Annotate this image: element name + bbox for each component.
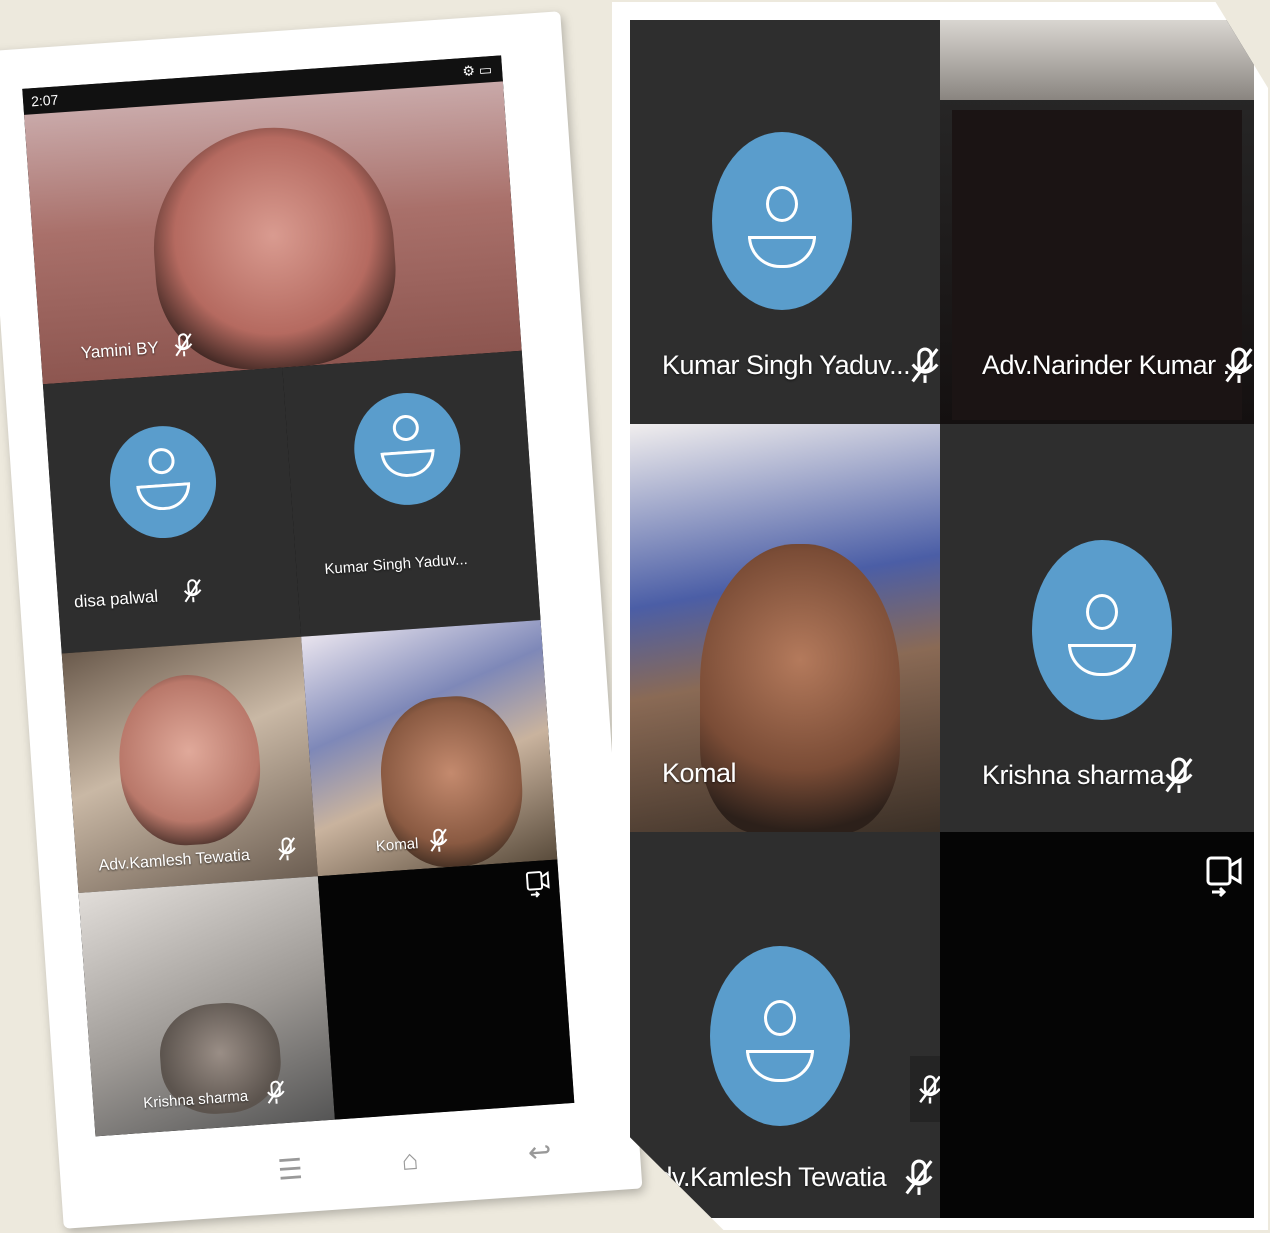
mic-muted-icon <box>174 333 193 357</box>
participant-name: Adv.Kamlesh Tewatia <box>98 846 251 875</box>
mic-muted-icon <box>1165 757 1193 793</box>
mic-muted-icon <box>183 579 202 603</box>
participant-tile[interactable]: Krishna sharma <box>940 424 1254 832</box>
status-time: 2:07 <box>30 91 59 110</box>
participant-name: disa palwal <box>73 586 159 612</box>
participant-tile[interactable]: Yamini BY <box>24 81 522 385</box>
mic-muted-icon <box>919 1075 940 1104</box>
mic-muted-icon <box>267 1080 285 1104</box>
panel-participant-grid: Kumar Singh Yaduv... Adv.Narinder Kumar … <box>630 20 1254 1218</box>
avatar-icon <box>1032 540 1172 720</box>
switch-camera-icon[interactable] <box>1204 854 1244 898</box>
tablet-screenshot: Kumar Singh Yaduv... Adv.Narinder Kumar … <box>612 2 1268 1230</box>
participant-name: Krishna sharma <box>982 760 1165 790</box>
phone-screenshot: 2:07 ⚙ ▭ Yamini BY disa palwal Kumar Sin… <box>0 11 643 1229</box>
participant-name: Kumar Singh Yaduv... <box>323 551 469 578</box>
participant-tile[interactable]: Krishna sharma <box>78 876 335 1137</box>
home-icon[interactable]: ⌂ <box>389 1143 431 1182</box>
mic-muted-icon <box>1225 347 1253 383</box>
phone-screen: 2:07 ⚙ ▭ Yamini BY disa palwal Kumar Sin… <box>22 55 575 1137</box>
participant-name: Adv.Kamlesh Tewatia <box>640 1162 887 1192</box>
participant-name: Kumar Singh Yaduv... <box>662 350 911 380</box>
switch-camera-icon[interactable] <box>524 868 552 900</box>
avatar-icon <box>350 389 465 509</box>
participant-tile[interactable]: Adv.Kamlesh Tewatia <box>61 636 318 893</box>
mute-indicator <box>910 1056 940 1122</box>
self-view-tile[interactable] <box>317 859 575 1120</box>
participant-tile[interactable]: Komal <box>630 424 940 832</box>
participant-tile[interactable]: disa palwal <box>42 367 302 654</box>
mic-muted-icon <box>911 347 939 383</box>
status-icons: ⚙ ▭ <box>461 61 493 80</box>
participant-tile[interactable]: Adv.Narinder Kumar ... <box>940 20 1254 424</box>
mic-muted-icon <box>429 828 448 852</box>
participant-name: Komal <box>375 835 419 856</box>
back-icon[interactable]: ↩ <box>519 1134 561 1173</box>
mic-muted-icon <box>278 837 296 861</box>
participant-tile[interactable]: Adv.Kamlesh Tewatia <box>630 832 940 1218</box>
self-view-tile[interactable] <box>940 832 1254 1218</box>
avatar-icon <box>710 946 850 1126</box>
participant-tile[interactable]: Komal <box>301 620 558 877</box>
participant-tile[interactable]: Kumar Singh Yaduv... <box>630 20 940 424</box>
participant-tile[interactable]: Kumar Singh Yaduv... <box>282 350 541 637</box>
menu-icon[interactable]: ☰ <box>269 1151 311 1190</box>
avatar-icon <box>712 132 852 310</box>
avatar-icon <box>106 422 220 542</box>
participant-name: Adv.Narinder Kumar ... <box>982 350 1244 380</box>
video-feed <box>940 20 1254 100</box>
participant-name: Yamini BY <box>80 338 160 363</box>
mic-muted-icon <box>905 1159 933 1195</box>
phone-participant-grid: Yamini BY disa palwal Kumar Singh Yaduv.… <box>24 81 575 1137</box>
video-feed <box>113 670 266 850</box>
participant-name: Komal <box>662 758 737 788</box>
